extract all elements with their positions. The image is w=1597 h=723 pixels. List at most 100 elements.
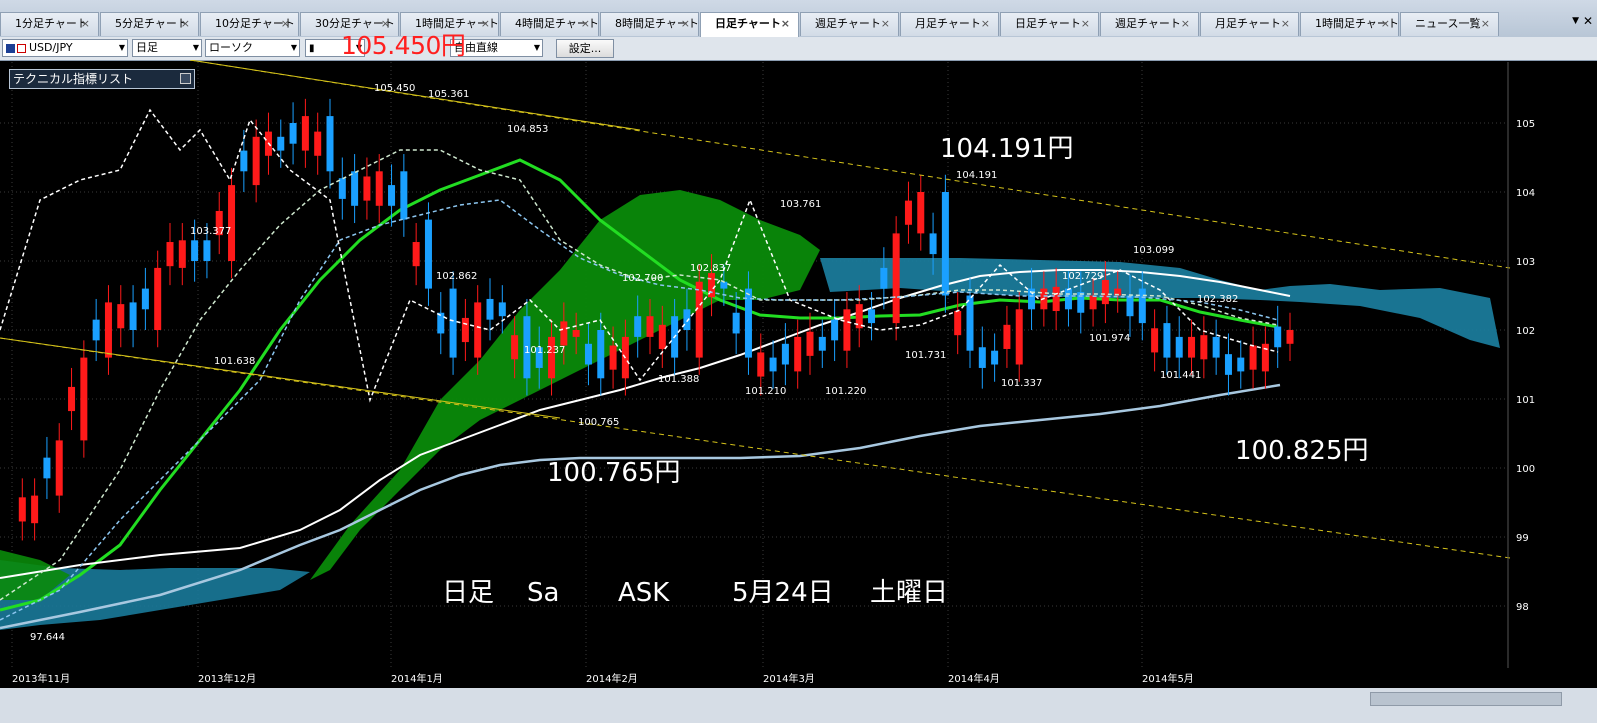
y-tick-label: 101: [1516, 395, 1535, 406]
candle-body: [732, 312, 740, 334]
indicator-list-label: テクニカル指標リスト: [13, 72, 134, 86]
close-icon[interactable]: ✕: [1583, 14, 1593, 28]
tab-label: 日足チャート: [715, 17, 781, 30]
candle-icon: ▮: [309, 43, 315, 54]
candle-body: [818, 336, 826, 351]
candle-body: [338, 178, 346, 199]
candle-body: [572, 330, 580, 337]
candle-body: [289, 123, 297, 144]
tab-menu-icon[interactable]: ▼: [1572, 16, 1579, 26]
candle-body: [917, 192, 925, 234]
x-tick-label: 2013年12月: [198, 672, 256, 685]
price-label: 102.382: [1197, 294, 1238, 305]
candle-body: [301, 116, 309, 151]
candle-body: [966, 295, 974, 351]
tab-label: 週足チャート: [1115, 17, 1181, 30]
candle-body: [904, 200, 912, 225]
timeframe-select[interactable]: 日足 ▼: [132, 39, 202, 57]
candle-body: [880, 267, 888, 289]
candle-body: [597, 330, 605, 379]
tab-close-icon[interactable]: ×: [781, 13, 790, 35]
candle-body: [129, 302, 137, 330]
x-tick-label: 2014年2月: [586, 672, 638, 685]
price-label: 105.361: [428, 89, 469, 100]
y-tick-label: 102: [1516, 326, 1535, 337]
horizontal-scrollbar[interactable]: [0, 688, 1597, 723]
tab-close-icon[interactable]: ×: [81, 13, 90, 35]
tab-9[interactable]: 月足チャート ×: [900, 12, 999, 36]
tab-bar: 1分足チャート × 5分足チャート × 10分足チャート × 30分足チャート × 1時間足チャ…: [0, 0, 1597, 38]
tab-close-icon[interactable]: ×: [681, 13, 690, 35]
tab-12[interactable]: 月足チャート ×: [1200, 12, 1299, 36]
x-tick-label: 2014年5月: [1142, 672, 1194, 685]
tab-2[interactable]: 10分足チャート ×: [200, 12, 299, 36]
candle-body: [831, 319, 839, 341]
candle-body: [191, 240, 199, 261]
price-label: 102.862: [436, 271, 477, 282]
candle-body: [400, 171, 408, 220]
candle-body: [954, 311, 962, 336]
tab-close-icon[interactable]: ×: [1381, 13, 1390, 35]
candle-body: [351, 171, 359, 206]
candle-body: [461, 317, 469, 343]
candle-body: [55, 440, 63, 496]
candle-body: [228, 185, 236, 261]
tab-14[interactable]: ニュース一覧 ×: [1400, 12, 1499, 36]
candle-body: [584, 343, 592, 365]
x-tick-label: 2014年1月: [391, 672, 443, 685]
candle-body: [1163, 323, 1171, 358]
tab-5[interactable]: 4時間足チャート ×: [500, 12, 599, 36]
tab-8[interactable]: 週足チャート ×: [800, 12, 899, 36]
tab-label: 週足チャート: [815, 17, 881, 30]
scroll-thumb[interactable]: [1370, 692, 1562, 706]
candle-body: [437, 312, 445, 334]
candle-body: [1151, 328, 1159, 353]
candle-body: [683, 309, 691, 330]
technical-indicator-list[interactable]: テクニカル指標リスト: [9, 69, 195, 89]
us-flag-icon: [6, 43, 15, 53]
tab-label: 日足チャート: [1015, 17, 1081, 30]
candle-body: [277, 136, 285, 151]
tab-7[interactable]: 日足チャート ×: [700, 12, 799, 37]
candle-body: [43, 457, 51, 479]
x-tick-label: 2013年11月: [12, 672, 70, 685]
tab-10[interactable]: 日足チャート ×: [1000, 12, 1099, 36]
tab-close-icon[interactable]: ×: [481, 13, 490, 35]
candle-body: [1200, 335, 1208, 360]
tab-close-icon[interactable]: ×: [1081, 13, 1090, 35]
candle-body: [178, 240, 186, 268]
candle-body: [18, 497, 26, 522]
chart-toolbar: USD/JPY ▼ 日足 ▼ ローソク ▼ ▮ ▼ 自由直線 ▼ 設定...: [0, 37, 1597, 61]
tab-0[interactable]: 1分足チャート ×: [0, 12, 99, 36]
tab-close-icon[interactable]: ×: [281, 13, 290, 35]
candle-body: [424, 219, 432, 289]
tab-close-icon[interactable]: ×: [581, 13, 590, 35]
candle-body: [1175, 336, 1183, 358]
candle-body: [203, 240, 211, 261]
y-tick-label: 99: [1516, 533, 1529, 544]
candle-body: [1249, 345, 1257, 370]
tab-1[interactable]: 5分足チャート ×: [100, 12, 199, 36]
tab-13[interactable]: 1時間足チャート ×: [1300, 12, 1399, 36]
tab-close-icon[interactable]: ×: [1181, 13, 1190, 35]
tab-6[interactable]: 8時間足チャート ×: [600, 12, 699, 36]
candle-body: [1064, 288, 1072, 310]
price-chart[interactable]: 105.450 105.361 104.853 103.377 102.862 101.6…: [0, 60, 1597, 688]
tab-close-icon[interactable]: ×: [881, 13, 890, 35]
candle-body: [929, 233, 937, 255]
candle-body: [1003, 324, 1011, 349]
collapse-icon[interactable]: [180, 73, 191, 84]
symbol-select[interactable]: USD/JPY ▼: [2, 39, 128, 57]
tab-close-icon[interactable]: ×: [981, 13, 990, 35]
chart-tabs: 1分足チャート × 5分足チャート × 10分足チャート × 30分足チャート × 1時間足チャ…: [0, 12, 1500, 37]
chevron-down-icon: ▼: [192, 43, 199, 52]
tab-close-icon[interactable]: ×: [1281, 13, 1290, 35]
chart-style-select[interactable]: ローソク ▼: [205, 39, 300, 57]
settings-button[interactable]: 設定...: [556, 39, 614, 58]
tab-close-icon[interactable]: ×: [181, 13, 190, 35]
candle-body: [695, 281, 703, 358]
candle-body: [388, 185, 396, 206]
tab-close-icon[interactable]: ×: [1481, 13, 1490, 35]
candle-body: [634, 316, 642, 337]
tab-11[interactable]: 週足チャート ×: [1100, 12, 1199, 36]
